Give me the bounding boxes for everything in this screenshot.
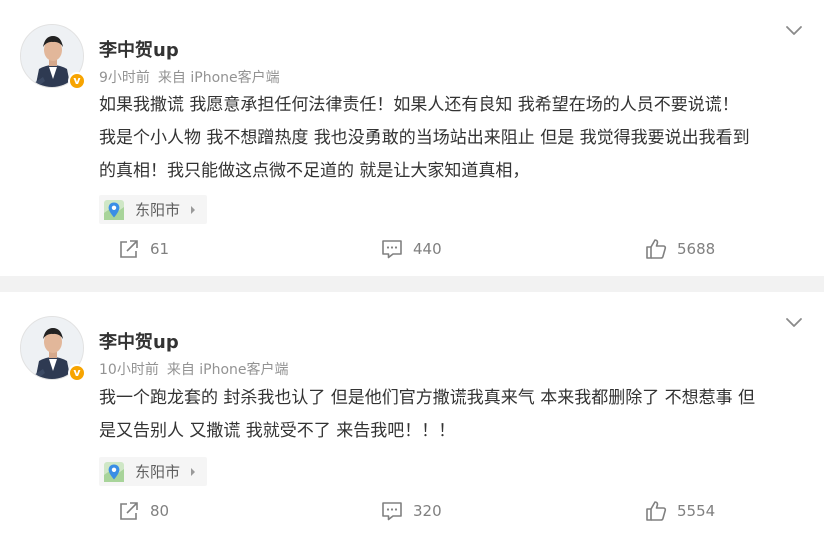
repost-button[interactable]: 61: [118, 238, 169, 260]
post-text-line: 的真相！我只能做这点微不足道的 就是让大家知道真相，: [99, 161, 530, 181]
repost-button[interactable]: 80: [118, 500, 169, 522]
post-text-line: 我是个小人物 我不想蹭热度 我也没勇敢的当场站出来阻止 但是 我觉得我要说出我看…: [99, 128, 750, 148]
verified-badge-icon: v: [68, 364, 86, 382]
comment-count: 320: [413, 502, 442, 520]
location-label: 东阳市: [135, 463, 181, 481]
avatar[interactable]: v: [20, 316, 86, 382]
post-text: 如果我撒谎 我愿意承担任何法律责任！如果人还有良知 我希望在场的人员不要说谎！ …: [99, 89, 811, 188]
thumbs-up-icon: [646, 239, 667, 259]
comment-button[interactable]: 320: [381, 500, 442, 522]
thumbs-up-icon: [646, 501, 667, 521]
repost-count: 61: [150, 240, 170, 258]
post-separator: [0, 276, 824, 292]
share-icon: [120, 240, 138, 258]
post-text: 我一个跑龙套的 封杀我也认了 但是他们官方撒谎我真来气 本来我都删除了 不想惹事…: [99, 382, 811, 448]
verified-badge-icon: v: [68, 72, 86, 90]
action-bar: 80 320 5554: [0, 500, 824, 530]
post-source: 来自 iPhone客户端: [166, 362, 289, 378]
comment-icon: [382, 240, 402, 259]
repost-count: 80: [150, 502, 170, 520]
comment-count: 440: [413, 240, 442, 258]
post-card: v 李中贺up 10小时前 来自 iPhone客户端 我一个跑龙套的 封杀我也认了…: [0, 292, 824, 533]
like-count: 5688: [677, 240, 716, 258]
caret-right-icon: [191, 467, 196, 476]
post-time[interactable]: 9小时前: [99, 70, 150, 86]
share-icon: [120, 502, 138, 520]
location-tag[interactable]: 东阳市: [99, 195, 208, 224]
post-meta: 10小时前 来自 iPhone客户端: [99, 359, 289, 379]
like-button[interactable]: 5554: [645, 500, 715, 522]
action-bar: 61 440 5688: [0, 238, 824, 268]
like-button[interactable]: 5688: [645, 238, 715, 260]
post-time[interactable]: 10小时前: [99, 362, 159, 378]
post-text-line: 我一个跑龙套的 封杀我也认了 但是他们官方撒谎我真来气 本来我都删除了 不想惹事…: [99, 388, 756, 408]
caret-right-icon: [191, 205, 196, 214]
comment-button[interactable]: 440: [381, 238, 442, 260]
username[interactable]: 李中贺up: [99, 36, 179, 62]
post-text-line: 是又告别人 又撒谎 我就受不了 来告我吧！！！: [99, 421, 456, 441]
chevron-down-icon[interactable]: [784, 312, 804, 332]
location-label: 东阳市: [135, 201, 181, 219]
comment-icon: [382, 502, 402, 521]
chevron-down-icon[interactable]: [784, 20, 804, 40]
avatar[interactable]: v: [20, 24, 86, 90]
post-source: 来自 iPhone客户端: [157, 70, 280, 86]
post-card: v 李中贺up 9小时前 来自 iPhone客户端 如果我撒谎 我愿意承担任何法律…: [0, 0, 824, 276]
map-pin-icon: [104, 461, 124, 482]
location-tag[interactable]: 东阳市: [99, 457, 208, 486]
post-meta: 9小时前 来自 iPhone客户端: [99, 67, 280, 87]
like-count: 5554: [677, 502, 716, 520]
username[interactable]: 李中贺up: [99, 328, 179, 354]
post-text-line: 如果我撒谎 我愿意承担任何法律责任！如果人还有良知 我希望在场的人员不要说谎！: [99, 95, 739, 115]
map-pin-icon: [104, 199, 124, 220]
